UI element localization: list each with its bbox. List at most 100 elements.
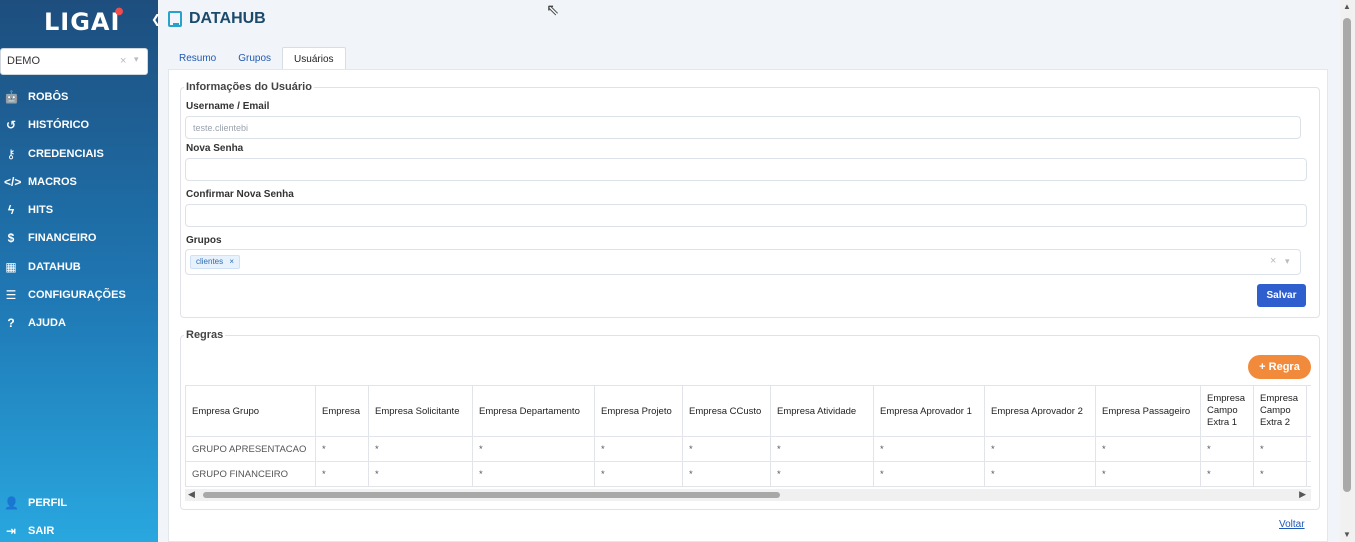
table-cell: * xyxy=(1306,461,1311,487)
sidebar: LIGAI ● DEMO × ▾ 🤖 ROBÔS ↺ HISTÓRICO ⚷ CREDENC… xyxy=(0,0,158,542)
chevron-down-icon[interactable]: ▾ xyxy=(134,54,139,65)
scroll-right-icon[interactable]: ▶ xyxy=(1299,489,1306,500)
key-icon: ⚷ xyxy=(6,147,16,161)
username-field[interactable]: teste.clientebi xyxy=(185,116,1301,139)
column-header: Empresa Atividade xyxy=(770,385,874,437)
sidebar-item-label: DATAHUB xyxy=(28,261,81,273)
table-cell: * xyxy=(984,461,1096,487)
table-cell: * xyxy=(368,436,473,462)
invoice-icon: $ xyxy=(7,231,15,245)
table-cell: GRUPO FINANCEIRO xyxy=(185,461,316,487)
rules-legend: Regras xyxy=(184,329,226,341)
column-header: Empresa Campo Extra 1 xyxy=(1200,385,1254,437)
sidebar-item-label: ROBÔS xyxy=(28,91,69,103)
chip-remove-icon[interactable]: × xyxy=(229,257,234,266)
sidebar-item-label: HISTÓRICO xyxy=(28,119,90,131)
table-cell: * xyxy=(873,461,985,487)
table-cell: * xyxy=(1095,436,1201,462)
groups-label: Grupos xyxy=(186,235,222,246)
sidebar-item-6[interactable]: $ FINANCEIRO xyxy=(0,227,158,249)
table-cell: * xyxy=(770,461,874,487)
confirm-password-field[interactable] xyxy=(185,204,1307,227)
clear-icon[interactable]: × xyxy=(1270,255,1276,267)
datahub-file-icon xyxy=(168,11,182,27)
robot-icon: 🤖 xyxy=(4,90,19,104)
column-header: Empresa xyxy=(315,385,369,437)
sidebar-item-label: FINANCEIRO xyxy=(28,232,97,244)
table-row[interactable]: GRUPO APRESENTACAO************ xyxy=(185,436,1311,462)
tab-bar: Resumo Grupos Usuários xyxy=(168,47,346,70)
user-icon: 👤 xyxy=(4,496,19,510)
sidebar-item-8[interactable]: ☰ CONFIGURAÇÕES xyxy=(0,284,158,306)
sidebar-item-label: AJUDA xyxy=(28,317,66,329)
table-cell: * xyxy=(1253,461,1307,487)
group-chip-label: clientes xyxy=(196,257,224,266)
logout-icon: ⇥ xyxy=(5,524,17,538)
sidebar-item-2[interactable]: ↺ HISTÓRICO xyxy=(0,114,158,136)
code-icon: </> xyxy=(4,175,22,189)
tab-usuarios[interactable]: Usuários xyxy=(282,47,346,70)
rules-table: Empresa Grupo Empresa Empresa Solicitante E… xyxy=(185,385,1311,487)
collapse-sidebar-icon[interactable]: ❮ xyxy=(151,12,165,28)
scroll-up-icon[interactable]: ▲ xyxy=(1343,2,1351,11)
sidebar-item-bottom-1[interactable]: 👤 PERFIL xyxy=(0,492,158,514)
scrollbar-thumb[interactable] xyxy=(203,492,780,498)
new-password-field[interactable] xyxy=(185,158,1307,181)
tab-grupos[interactable]: Grupos xyxy=(227,47,282,69)
table-cell: * xyxy=(682,461,771,487)
sidebar-item-7[interactable]: ▦ DATAHUB xyxy=(0,256,158,278)
sidebar-item-label: CONFIGURAÇÕES xyxy=(28,289,126,301)
table-cell: * xyxy=(770,436,874,462)
groups-multiselect[interactable] xyxy=(185,249,1301,275)
column-header: Empresa Projeto xyxy=(594,385,683,437)
column-header: Empresa Aprovador 1 xyxy=(873,385,985,437)
table-cell: * xyxy=(682,436,771,462)
table-cell: * xyxy=(1253,436,1307,462)
sidebar-item-3[interactable]: ⚷ CREDENCIAIS xyxy=(0,143,158,165)
column-header: Empresa Campo Extra xyxy=(1306,385,1311,437)
scroll-down-icon[interactable]: ▼ xyxy=(1343,530,1351,539)
table-cell: * xyxy=(315,461,369,487)
table-row[interactable]: GRUPO FINANCEIRO************ xyxy=(185,461,1311,487)
new-password-label: Nova Senha xyxy=(186,143,244,154)
column-header: Empresa Passageiro xyxy=(1095,385,1201,437)
column-header: Empresa Solicitante xyxy=(368,385,473,437)
table-cell: * xyxy=(1306,436,1311,462)
chevron-down-icon[interactable]: ▾ xyxy=(1285,256,1290,267)
sidebar-item-label: MACROS xyxy=(28,176,77,188)
table-cell: * xyxy=(873,436,985,462)
back-link[interactable]: Voltar xyxy=(1279,519,1305,530)
sidebar-item-4[interactable]: </> MACROS xyxy=(0,171,158,193)
user-info-legend: Informações do Usuário xyxy=(184,81,314,93)
clear-icon[interactable]: × xyxy=(120,55,126,67)
table-cell: * xyxy=(594,461,683,487)
horizontal-scrollbar[interactable]: ◀ ▶ xyxy=(185,489,1311,501)
mouse-cursor-icon: ⇖ xyxy=(546,2,560,19)
organization-select[interactable]: DEMO × ▾ xyxy=(0,48,148,75)
column-header: Empresa Grupo xyxy=(185,385,316,437)
tab-resumo[interactable]: Resumo xyxy=(168,47,227,69)
sidebar-item-1[interactable]: 🤖 ROBÔS xyxy=(0,86,158,108)
table-cell: * xyxy=(315,436,369,462)
vertical-scrollbar[interactable]: ▲ ▼ xyxy=(1340,0,1355,542)
save-button[interactable]: Salvar xyxy=(1257,284,1306,307)
scrollbar-thumb[interactable] xyxy=(1343,18,1351,492)
sidebar-item-label: CREDENCIAIS xyxy=(28,148,104,160)
sidebar-item-bottom-2[interactable]: ⇥ SAIR xyxy=(0,520,158,542)
table-cell: * xyxy=(1095,461,1201,487)
sidebar-item-label: HITS xyxy=(28,204,54,216)
organization-select-value: DEMO xyxy=(7,55,40,67)
sidebar-item-5[interactable]: ϟ HITS xyxy=(0,199,158,221)
add-rule-button[interactable]: + Regra xyxy=(1248,355,1311,379)
sidebar-item-label: SAIR xyxy=(28,525,55,537)
rules-table-wrapper: Empresa Grupo Empresa Empresa Solicitante E… xyxy=(185,385,1311,488)
sidebar-item-label: PERFIL xyxy=(28,497,68,509)
scroll-left-icon[interactable]: ◀ xyxy=(188,489,195,500)
bolt-icon: ϟ xyxy=(7,203,15,217)
username-label: Username / Email xyxy=(186,101,270,112)
column-header: Empresa Departamento xyxy=(472,385,595,437)
table-cell: * xyxy=(984,436,1096,462)
table-cell: * xyxy=(368,461,473,487)
sidebar-item-9[interactable]: ? AJUDA xyxy=(0,312,158,334)
history-icon: ↺ xyxy=(5,118,17,132)
